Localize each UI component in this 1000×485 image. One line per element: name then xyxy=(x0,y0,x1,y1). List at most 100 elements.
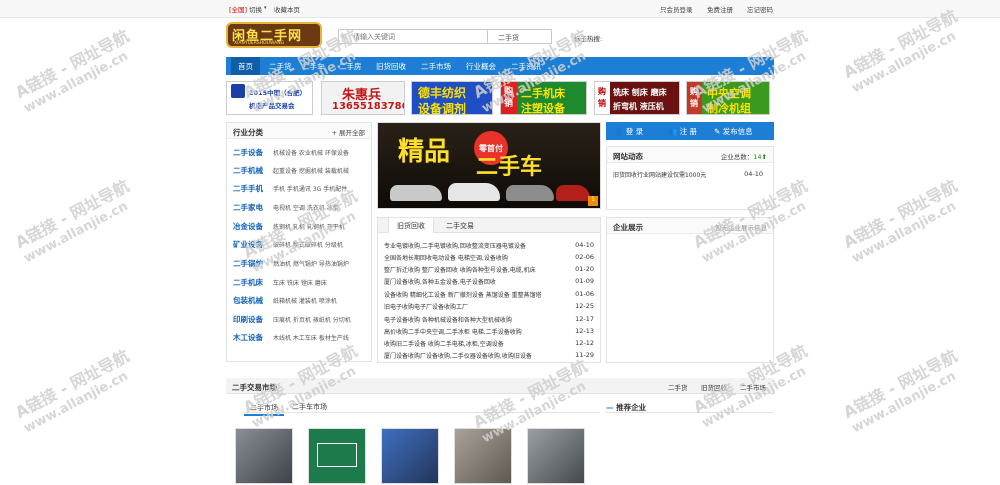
category-subs[interactable]: 电视机 空调 洗衣机 冰柜 xyxy=(273,203,339,212)
switch-city-link[interactable]: 切换 xyxy=(249,4,262,14)
promo-carousel[interactable]: 精品 零首付 二手车 1 xyxy=(377,122,601,209)
list-item[interactable]: 厦门设备收购厂设备收购,二手仪器设备收购,收购旧设备 11-29 xyxy=(384,350,594,362)
list-item[interactable]: 厦门设备收购,各种五金设备,电子设备回收 01-09 xyxy=(384,276,594,288)
car-image xyxy=(390,185,442,201)
category-name[interactable]: 包装机械 xyxy=(233,295,263,306)
nav-item-used-cars[interactable]: 二手车 xyxy=(302,61,325,72)
category-row: 二手机床 车床 铣床 镗床 磨床 xyxy=(233,275,369,289)
market-header: 二手交易市场 二手货 旧货回收 二手市场 xyxy=(226,378,774,394)
market-link[interactable]: 二手货 xyxy=(668,382,688,392)
favorite-link[interactable]: 收藏本页 xyxy=(274,4,300,14)
category-name[interactable]: 二手家电 xyxy=(233,202,263,213)
logo-subtext: XIANYUERSHOUWANG xyxy=(234,41,285,46)
watermark: A链接 - 网址导航 www.allanjie.cn xyxy=(12,346,133,437)
category-subs[interactable]: 炼钢机 轧机 轧钢机 开平机 xyxy=(273,222,345,231)
category-subs[interactable]: 压痕机 折页机 裱纸机 分切机 xyxy=(273,315,351,324)
ad-banner-contact[interactable]: 朱惠兵 13655183786 xyxy=(321,81,405,115)
category-row: 二手设备 机械设备 农业机械 环保设备 xyxy=(233,145,369,159)
banner-headline: 精品 xyxy=(398,137,451,167)
nav-item-industry[interactable]: 行业概会 xyxy=(466,61,496,72)
category-subs[interactable]: 纸箱机械 灌装机 喷涂机 xyxy=(273,296,337,305)
category-row: 二手手机 手机 手机通讯 3G 手机配件 xyxy=(233,181,369,195)
nav-item-used-houses[interactable]: 二手房 xyxy=(339,61,362,72)
expand-all-link[interactable]: + 展开全部 xyxy=(331,127,365,137)
category-header: 行业分类 + 展开全部 xyxy=(227,123,371,139)
tab-trading[interactable]: 二手交易 xyxy=(438,218,482,233)
category-row: 二手机械 起重设备 挖掘机械 装载机械 xyxy=(233,163,369,177)
category-subs[interactable]: 机械设备 农业机械 环保设备 xyxy=(273,148,349,157)
carousel-page-indicator[interactable]: 1 xyxy=(588,196,598,206)
ad-banner-lathes[interactable]: 购销 铣床 刨床 磨床 折弯机 液压机 xyxy=(594,81,680,115)
category-row: 二手家电 电视机 空调 洗衣机 冰柜 xyxy=(233,200,369,214)
nav-item-home[interactable]: 首页 xyxy=(231,57,260,75)
site-logo[interactable]: 闲鱼二手网 XIANYUERSHOUWANG xyxy=(226,22,322,48)
category-subs[interactable]: 车床 铣床 镗床 磨床 xyxy=(273,278,327,287)
category-subs[interactable]: 燃油机 燃气锅炉 导热油锅炉 xyxy=(273,259,349,268)
nav-item-market[interactable]: 二手市场 xyxy=(421,61,451,72)
nav-item-recycling[interactable]: 旧货回收 xyxy=(376,61,406,72)
ad-banner-hvac[interactable]: 购销 中央空调 制冷机组 xyxy=(686,81,770,115)
member-login-link[interactable]: 只会员登录 xyxy=(660,4,693,14)
list-item[interactable]: 电子设备收购 各种机械设备和各种大型机械收购 12-17 xyxy=(384,314,594,326)
category-name[interactable]: 二手设备 xyxy=(233,147,263,158)
category-subs[interactable]: 破碎机 颚式破碎机 分级机 xyxy=(273,240,343,249)
product-thumbnail[interactable] xyxy=(527,428,585,484)
list-item[interactable]: 整厂拆迁收购 整厂设备回收 收购各种型号设备,电缆,机床 01-20 xyxy=(384,264,594,276)
product-thumbnail[interactable] xyxy=(308,428,366,484)
product-thumbnail[interactable] xyxy=(381,428,439,484)
category-subs[interactable]: 木线机 木工车床 板材生产线 xyxy=(273,333,349,342)
product-thumbnail[interactable] xyxy=(454,428,512,484)
search-category-select[interactable]: 二手货 xyxy=(488,29,552,44)
list-item[interactable]: 设备收购 精细化工设备 新厂撤剂设备 蒸馏设备 重整蒸馏塔 01-06 xyxy=(384,289,594,301)
register-link[interactable]: 免费注册 xyxy=(707,4,733,14)
list-item[interactable]: 高价收购二手中央空调,二手冰柜 电梯,二手设备收购 12-13 xyxy=(384,326,594,338)
nav-item-news[interactable]: 二手资讯 xyxy=(511,61,541,72)
list-item[interactable]: 收购旧二手设备 收购二手电梯,冰柜,空调设备 12-12 xyxy=(384,338,594,350)
header: 闲鱼二手网 XIANYUERSHOUWANG ⌕ 二手货 标王热搜: xyxy=(226,20,774,54)
tab-recycling[interactable]: 旧货回收 xyxy=(388,218,434,233)
category-row: 二手锅炉 燃油机 燃气锅炉 导热油锅炉 xyxy=(233,256,369,270)
list-item[interactable]: 旧货回收行业网站建设仅需1000元 04-10 xyxy=(613,169,763,181)
list-item[interactable]: 专业电镀收购,二手电镀收购,回收整流变压器电镀设备 04-10 xyxy=(384,240,594,252)
publish-button[interactable]: ✎ 发布信息 xyxy=(714,126,753,137)
login-button[interactable]: 👤 登 录 xyxy=(614,126,643,137)
account-actions: 👤 登 录 👥 注 册 ✎ 发布信息 xyxy=(606,122,774,140)
watermark: A链接 - 网址导航 www.allanjie.cn xyxy=(840,346,961,437)
company-count: 企业总数：14⬆ xyxy=(720,153,767,161)
car-image xyxy=(506,185,554,201)
banner-subheadline: 二手车 xyxy=(476,155,543,180)
category-subs[interactable]: 起重设备 挖掘机械 装载机械 xyxy=(273,166,349,175)
category-name[interactable]: 矿业设备 xyxy=(233,239,263,250)
list-item[interactable]: 旧电子收购电子厂设备收购工厂 12-25 xyxy=(384,301,594,313)
ad-banner-textile[interactable]: 德丰纺织 设备调剂 xyxy=(411,81,493,115)
forgot-password-link[interactable]: 忘记密码 xyxy=(747,4,773,14)
tab-second-hand-market[interactable]: 二手市场 xyxy=(244,402,284,416)
search-icon[interactable]: ⌕ xyxy=(342,32,346,42)
category-name[interactable]: 二手机床 xyxy=(233,277,263,288)
list-item[interactable]: 全国各地长期回收电动设备 电梯空调,设备收购 02-06 xyxy=(384,252,594,264)
watermark: A链接 - 网址导航 www.allanjie.cn xyxy=(840,176,961,267)
product-thumbnail[interactable] xyxy=(235,428,293,484)
ad-banner-expo[interactable]: 2015中国（合肥） 机电产品交易会 xyxy=(226,81,313,115)
category-name[interactable]: 二手手机 xyxy=(233,183,263,194)
ad-banner-machine-tools[interactable]: 购销 二手机床 注塑设备 xyxy=(500,81,587,115)
category-name[interactable]: 木工设备 xyxy=(233,332,263,343)
category-name[interactable]: 二手锅炉 xyxy=(233,258,263,269)
site-news-panel: 网站动态 企业总数：14⬆ 旧货回收行业网站建设仅需1000元 04-10 xyxy=(606,146,774,210)
market-link[interactable]: 旧货回收 xyxy=(701,382,727,392)
category-subs[interactable]: 手机 手机通讯 3G 手机配件 xyxy=(273,184,347,193)
category-name[interactable]: 二手机械 xyxy=(233,165,263,176)
category-row: 矿业设备 破碎机 颚式破碎机 分级机 xyxy=(233,237,369,251)
city-label: [全国] xyxy=(229,6,248,14)
nav-item-secondhand-goods[interactable]: 二手货 xyxy=(269,61,292,72)
site-news-header: 网站动态 企业总数：14⬆ xyxy=(607,147,773,163)
category-row: 冶金设备 炼钢机 轧机 轧钢机 开平机 xyxy=(233,219,369,233)
register-button[interactable]: 👥 注 册 xyxy=(668,126,697,137)
category-name[interactable]: 印刷设备 xyxy=(233,314,263,325)
category-panel: 行业分类 + 展开全部 二手设备 机械设备 农业机械 环保设备 二手机械 起重设备 … xyxy=(226,122,372,362)
company-empty-note: 暂无企业展示信息 xyxy=(715,224,767,232)
category-name[interactable]: 冶金设备 xyxy=(233,221,263,232)
tab-used-car-market[interactable]: 二手车市场 xyxy=(292,402,327,412)
search-input[interactable] xyxy=(353,32,473,42)
market-link[interactable]: 二手市场 xyxy=(740,382,766,392)
